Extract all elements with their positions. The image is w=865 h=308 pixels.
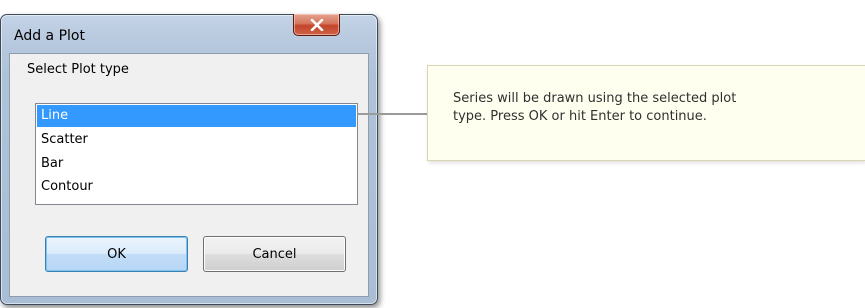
plot-type-item-bar[interactable]: Bar — [37, 153, 356, 175]
callout-line-1: Series will be drawn using the selected … — [453, 91, 737, 106]
callout-line-2: type. Press OK or hit Enter to continue. — [453, 109, 707, 124]
cancel-button[interactable]: Cancel — [203, 236, 346, 272]
plot-type-item-scatter[interactable]: Scatter — [37, 129, 356, 151]
plot-type-item-contour[interactable]: Contour — [37, 176, 356, 198]
callout-text: Series will be drawn using the selected … — [453, 90, 853, 126]
plot-type-item-line[interactable]: Line — [37, 105, 356, 127]
close-x-icon — [310, 18, 324, 31]
ok-button[interactable]: OK — [45, 236, 188, 272]
select-plot-type-label: Select Plot type — [27, 62, 129, 77]
stage: Add a Plot Select Plot type Line Scatter… — [0, 0, 865, 308]
dialog-title: Add a Plot — [14, 28, 85, 44]
plot-type-listbox[interactable]: Line Scatter Bar Contour — [35, 103, 358, 205]
help-callout: Series will be drawn using the selected … — [427, 65, 865, 161]
callout-connector-line — [357, 113, 428, 115]
close-button[interactable] — [293, 14, 340, 36]
